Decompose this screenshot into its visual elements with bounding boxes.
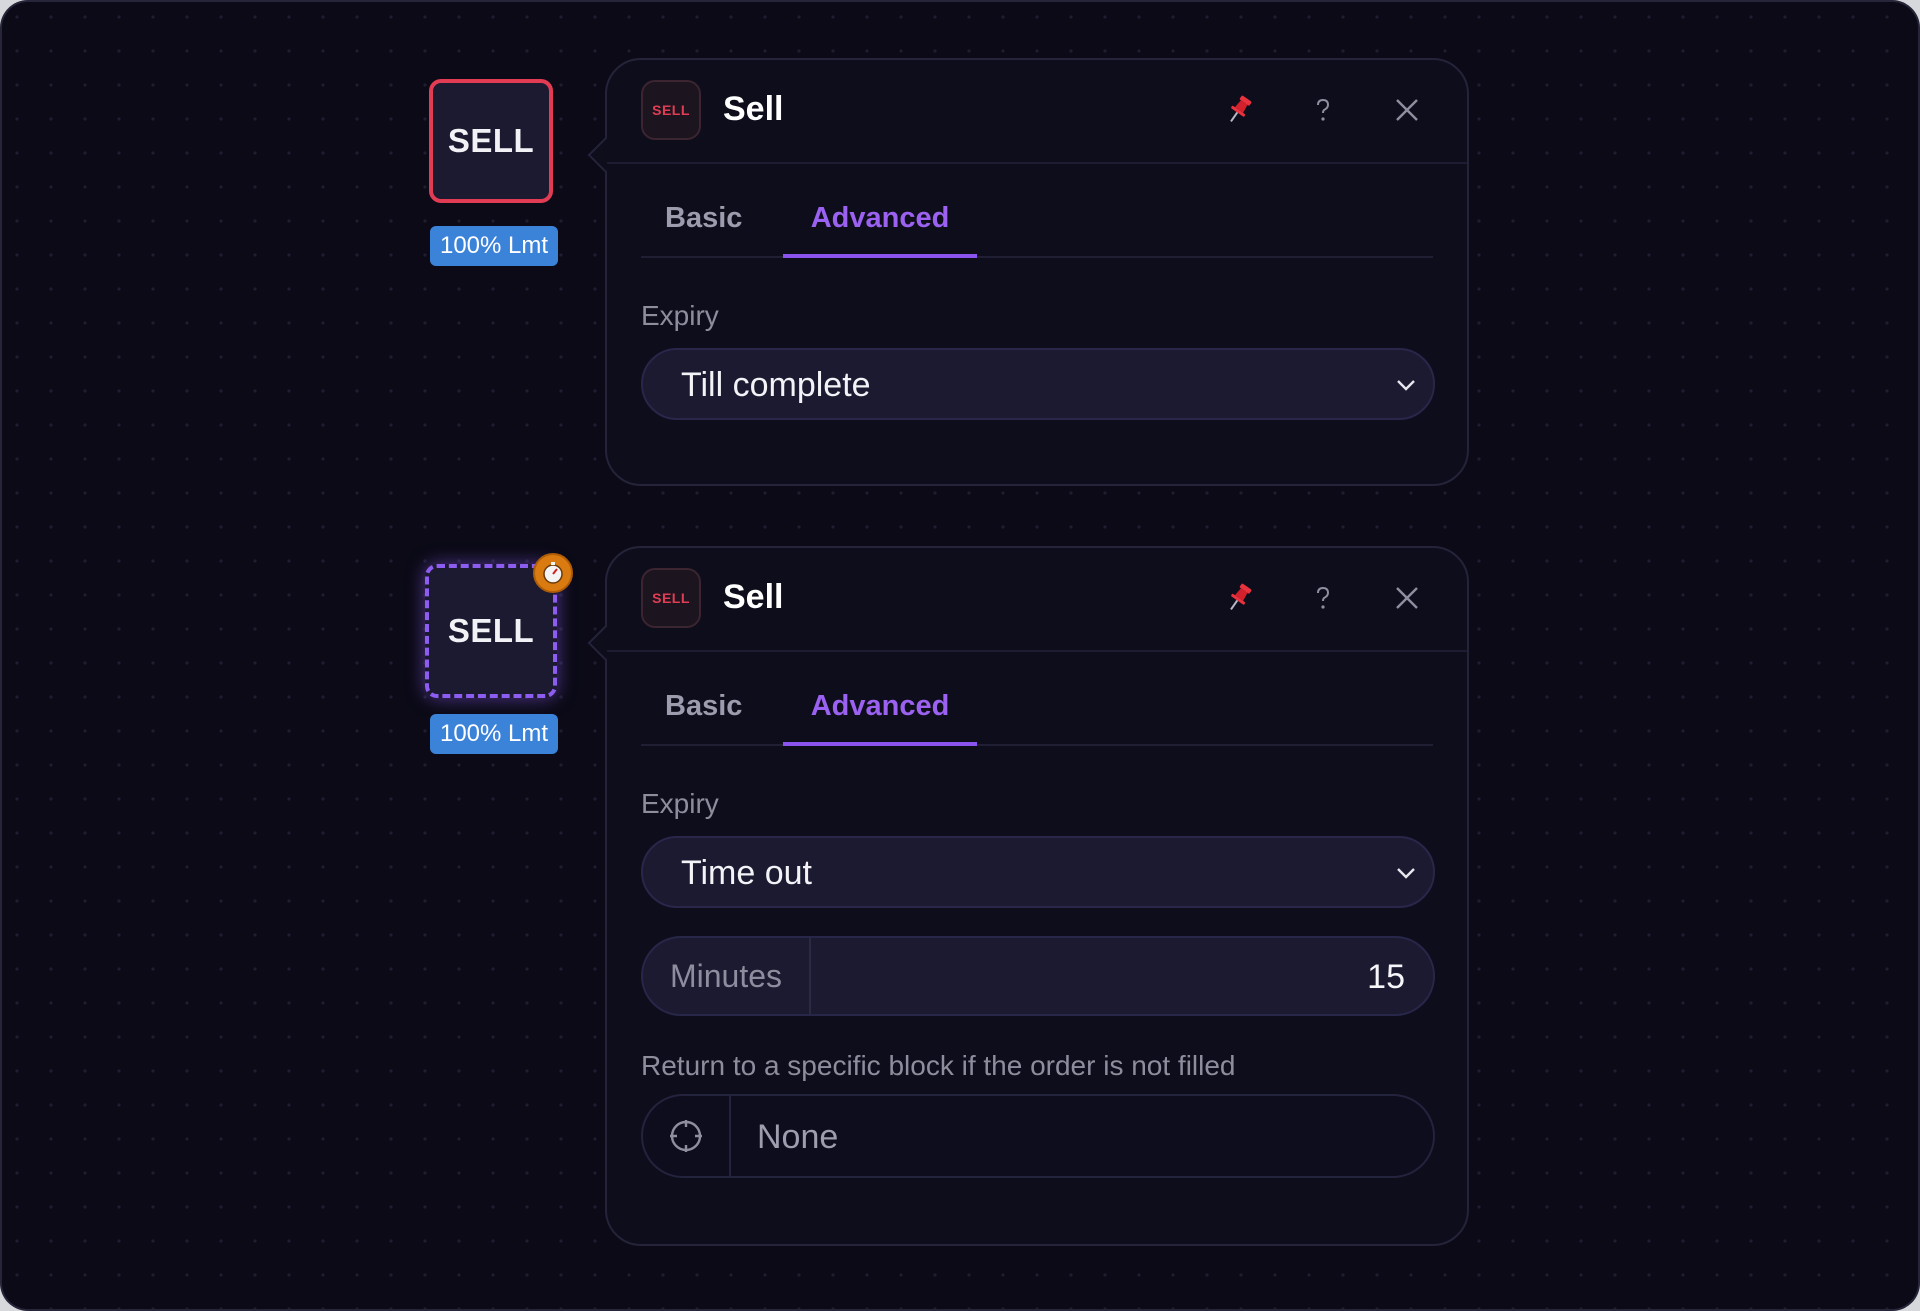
expiry-value: Till complete: [681, 366, 871, 404]
crosshair-icon[interactable]: [643, 1096, 731, 1176]
minutes-label: Minutes: [643, 938, 811, 1014]
canvas: SELL 100% Lmt SELL 100% Lmt SELL Sell Ba…: [0, 0, 1920, 1311]
close-icon[interactable]: [1385, 88, 1429, 132]
panel-header: SELL Sell: [607, 548, 1467, 652]
stopwatch-icon: [533, 553, 573, 593]
panel-title: Sell: [723, 578, 784, 616]
sell-panel-1: SELL Sell Basic Advanced Expiry Till com…: [587, 58, 1469, 486]
expiry-value: Time out: [681, 854, 813, 892]
chevron-down-icon: [1393, 372, 1419, 403]
expiry-label: Expiry: [641, 300, 719, 331]
tab-basic[interactable]: Basic: [665, 690, 742, 744]
order-badge-1: 100% Lmt: [430, 226, 558, 266]
return-block-value: None: [757, 1118, 839, 1156]
panel-tabs: Basic Advanced: [641, 690, 1433, 746]
tab-advanced[interactable]: Advanced: [783, 690, 977, 746]
expiry-label: Expiry: [641, 788, 719, 819]
return-label: Return to a specific block if the order …: [641, 1050, 1236, 1081]
sell-panel-2: SELL Sell Basic Advanced Expiry Time out…: [587, 546, 1469, 1246]
close-icon[interactable]: [1385, 576, 1429, 620]
minutes-value: 15: [1367, 958, 1405, 996]
pin-icon[interactable]: [1217, 576, 1261, 620]
tab-basic[interactable]: Basic: [665, 202, 742, 256]
order-badge-2: 100% Lmt: [430, 714, 558, 754]
minutes-field[interactable]: Minutes 15: [641, 936, 1435, 1016]
expiry-select[interactable]: Time out: [641, 836, 1435, 908]
sell-node-1[interactable]: SELL: [429, 79, 553, 203]
panel-title: Sell: [723, 90, 784, 128]
node-label: SELL: [447, 612, 535, 649]
node-label: SELL: [447, 122, 535, 159]
help-icon[interactable]: [1301, 576, 1345, 620]
help-icon[interactable]: [1301, 88, 1345, 132]
expiry-select[interactable]: Till complete: [641, 348, 1435, 420]
panel-tabs: Basic Advanced: [641, 202, 1433, 258]
pin-icon[interactable]: [1217, 88, 1261, 132]
sell-block-icon: SELL: [641, 80, 701, 140]
tab-advanced[interactable]: Advanced: [783, 202, 977, 258]
panel-header: SELL Sell: [607, 60, 1467, 164]
return-block-select[interactable]: None: [641, 1094, 1435, 1178]
chevron-down-icon: [1393, 860, 1419, 891]
sell-block-icon: SELL: [641, 568, 701, 628]
